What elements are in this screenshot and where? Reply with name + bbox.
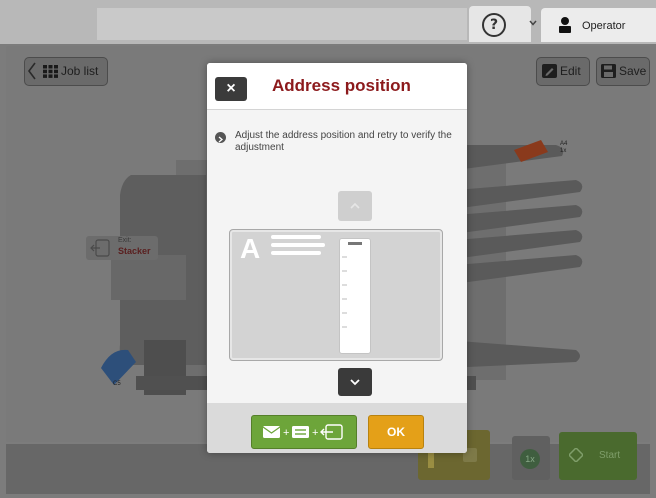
exit-indicator: Exit: Stacker — [86, 236, 158, 260]
floppy-disk-icon — [601, 64, 616, 78]
dialog-title: Address position — [272, 76, 411, 95]
tray-count: 1x — [560, 148, 567, 154]
position-scale — [342, 242, 362, 328]
start-button[interactable]: Start — [559, 432, 637, 480]
address-line — [271, 243, 325, 247]
chevron-down-icon — [529, 18, 537, 28]
address-preview — [229, 229, 443, 361]
start-label: Start — [599, 450, 621, 461]
instruction-text: Adjust the address position and retry to… — [235, 130, 452, 153]
job-list-button[interactable]: Job list — [24, 57, 108, 86]
grid-icon — [43, 65, 58, 78]
move-up-button[interactable] — [338, 191, 372, 221]
exit-icon — [90, 239, 110, 257]
envelope-window — [339, 238, 371, 354]
close-button[interactable]: × — [215, 77, 247, 101]
help-icon: ? — [482, 13, 506, 37]
envelope-insert-exit-icon: + + — [262, 424, 343, 440]
save-button[interactable]: Save — [596, 57, 650, 86]
tray-label: A4 — [560, 141, 568, 147]
svg-text:+: + — [283, 427, 289, 439]
user-icon — [557, 16, 573, 34]
test-run-button[interactable]: + + — [251, 415, 357, 449]
chevron-down-icon — [350, 379, 360, 386]
job-list-label: Job list — [61, 64, 99, 78]
exit-label: Exit: — [118, 237, 132, 244]
status-field — [97, 8, 467, 40]
edit-label: Edit — [560, 64, 581, 78]
exit-value: Stacker — [118, 246, 151, 256]
count-badge: 1x — [520, 449, 540, 469]
pencil-icon — [542, 64, 557, 78]
user-name: Operator — [582, 20, 626, 32]
start-icon — [569, 448, 583, 462]
edit-button[interactable]: Edit — [536, 57, 590, 86]
ok-button[interactable]: OK — [368, 415, 424, 449]
bullet-arrow-icon — [215, 132, 226, 143]
save-label: Save — [619, 64, 647, 78]
move-down-button[interactable] — [338, 368, 372, 396]
svg-text:+: + — [312, 427, 318, 439]
envelope-label: C5 — [113, 381, 121, 387]
address-position-dialog: × Address position Adjust the address po… — [207, 63, 467, 453]
address-line — [271, 251, 321, 255]
address-line — [271, 235, 321, 239]
preview-letter: A — [240, 233, 261, 264]
chevron-up-icon — [350, 202, 360, 209]
count-button[interactable]: 1x — [512, 436, 550, 480]
